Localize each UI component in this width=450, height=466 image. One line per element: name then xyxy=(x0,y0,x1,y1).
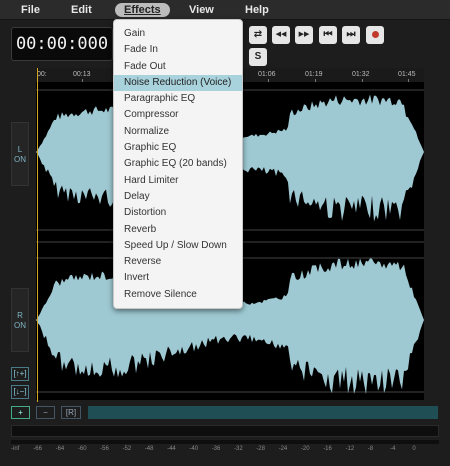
zoom-in-vertical-button[interactable]: [↑+] xyxy=(11,367,29,381)
effects-menu-item[interactable]: Reverb xyxy=(114,222,242,238)
playhead-cursor[interactable] xyxy=(37,68,38,402)
rewind-icon: ◀◀ xyxy=(275,31,287,38)
solo-label: S xyxy=(254,51,262,62)
channel-left-name: L xyxy=(17,145,23,154)
effects-menu-item[interactable]: Delay xyxy=(114,189,242,205)
meter-scale-label: -64 xyxy=(55,446,65,452)
timeline-tick: 01:45 xyxy=(398,71,416,78)
solo-button[interactable]: S xyxy=(249,48,267,66)
meter-scale-label: -4 xyxy=(390,446,396,452)
meter-scale-label: -48 xyxy=(144,446,154,452)
skip-start-button[interactable]: ⏮ xyxy=(319,26,337,44)
channel-left-state: ON xyxy=(14,155,26,164)
meter-scale-label: -28 xyxy=(256,446,265,452)
zoom-out-button[interactable]: − xyxy=(36,406,55,419)
menu-help[interactable]: Help xyxy=(245,4,269,16)
channel-right-name: R xyxy=(17,311,23,320)
effects-menu-item[interactable]: Gain xyxy=(114,26,242,42)
skip-end-icon: ⏭ xyxy=(346,29,356,40)
loop-button[interactable]: ⇄ xyxy=(249,26,267,44)
meter-scale-label: 0 xyxy=(412,446,416,452)
menu-bar: File Edit Effects View Help xyxy=(0,0,450,20)
record-icon xyxy=(371,31,379,38)
effects-menu-item[interactable]: Fade Out xyxy=(114,59,242,75)
meter-scale-label: -inf xyxy=(11,446,20,452)
fast-forward-button[interactable]: ▶▶ xyxy=(295,26,313,44)
effects-dropdown-menu: Gain Fade In Fade Out Noise Reduction (Voic… xyxy=(113,19,243,309)
level-meter xyxy=(11,425,439,437)
meter-scale-label: -52 xyxy=(122,446,132,452)
skip-end-button[interactable]: ⏭ xyxy=(342,26,360,44)
effects-menu-item[interactable]: Invert xyxy=(114,270,242,286)
record-button[interactable] xyxy=(366,26,384,44)
effects-menu-item[interactable]: Compressor xyxy=(114,107,242,123)
menu-view[interactable]: View xyxy=(189,4,214,16)
effects-menu-item[interactable]: Noise Reduction (Voice) xyxy=(114,74,242,92)
channel-left-toggle[interactable]: L ON xyxy=(11,122,29,186)
menu-file[interactable]: File xyxy=(21,4,40,16)
loop-icon: ⇄ xyxy=(253,29,263,40)
menu-edit[interactable]: Edit xyxy=(71,4,92,16)
timeline-tick: 01:32 xyxy=(352,71,370,78)
timeline-tick: 01:06 xyxy=(258,71,276,78)
effects-menu-item[interactable]: Reverse xyxy=(114,254,242,270)
effects-menu-item[interactable]: Graphic EQ xyxy=(114,140,242,156)
meter-scale-label: -40 xyxy=(189,446,199,452)
rewind-button[interactable]: ◀◀ xyxy=(272,26,290,44)
zoom-out-vertical-button[interactable]: [↓−] xyxy=(11,385,29,399)
fast-forward-icon: ▶▶ xyxy=(298,31,310,38)
horizontal-scrollbar[interactable] xyxy=(88,406,438,419)
meter-scale-label: -66 xyxy=(33,446,42,452)
effects-menu-item[interactable]: Distortion xyxy=(114,205,242,221)
zoom-in-button[interactable]: + xyxy=(11,406,30,419)
menu-effects[interactable]: Effects xyxy=(115,3,170,17)
meter-scale-label: -36 xyxy=(211,446,221,452)
meter-scale-label: -32 xyxy=(234,446,243,452)
effects-menu-item[interactable]: Speed Up / Slow Down xyxy=(114,238,242,254)
effects-menu-item[interactable]: Hard Limiter xyxy=(114,173,242,189)
effects-menu-item[interactable]: Fade In xyxy=(114,42,242,58)
timeline-tick: 00: xyxy=(37,71,47,78)
effects-menu-item[interactable]: Graphic EQ (20 bands) xyxy=(114,156,242,172)
timecode-display: 00:00:000 xyxy=(11,27,113,61)
meter-scale-label: -56 xyxy=(100,446,109,452)
level-meter-secondary xyxy=(11,440,439,444)
meter-scale-label: -60 xyxy=(77,446,87,452)
meter-scale-label: -8 xyxy=(367,446,374,452)
timeline-tick: 01:19 xyxy=(305,71,323,78)
timeline-tick: 00:13 xyxy=(73,71,91,78)
channel-right-toggle[interactable]: R ON xyxy=(11,288,29,352)
channel-right-state: ON xyxy=(14,321,26,330)
range-button[interactable]: [R] xyxy=(61,406,81,419)
effects-menu-item[interactable]: Paragraphic EQ xyxy=(114,91,242,107)
skip-start-icon: ⏮ xyxy=(323,29,333,40)
meter-scale-label: -16 xyxy=(323,446,332,452)
meter-scale-label: -20 xyxy=(300,446,310,452)
meter-scale-label: -24 xyxy=(278,446,288,452)
effects-menu-item[interactable]: Remove Silence xyxy=(114,287,242,303)
effects-menu-item[interactable]: Normalize xyxy=(114,124,242,140)
meter-scale-label: -12 xyxy=(345,446,355,452)
meter-scale-label: -44 xyxy=(167,446,176,452)
